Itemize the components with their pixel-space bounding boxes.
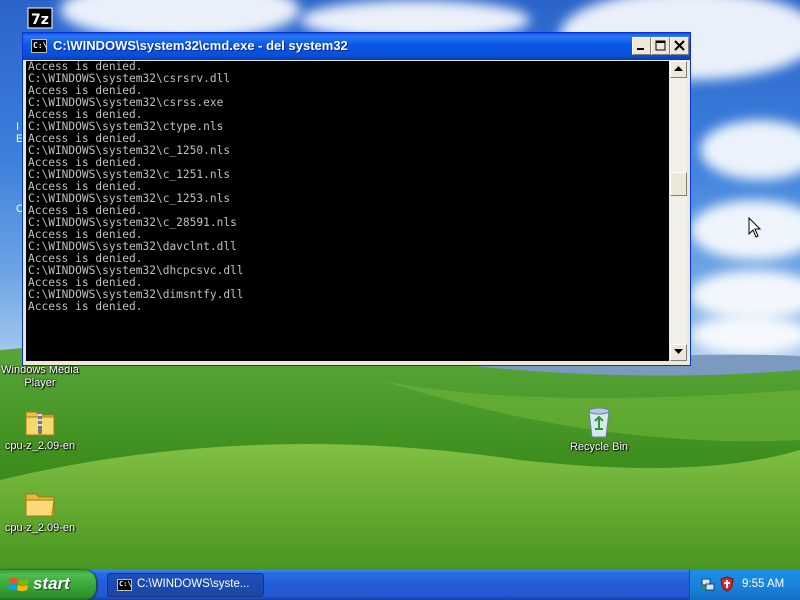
mouse-pointer-icon xyxy=(748,217,762,238)
window-titlebar[interactable]: C:\ C:\WINDOWS\system32\cmd.exe - del sy… xyxy=(23,33,690,60)
desktop-icon-cpu-z-zip[interactable]: cpu-z_2.09-en xyxy=(0,406,80,453)
security-shield-tray-icon[interactable] xyxy=(719,576,735,592)
desktop-icon-windows-media-player[interactable]: Windows Media Player xyxy=(0,362,80,390)
minimize-icon xyxy=(637,48,644,50)
system-tray: 9:55 AM xyxy=(689,570,800,600)
svg-text:7z: 7z xyxy=(31,12,49,28)
scroll-up-button[interactable] xyxy=(670,61,687,78)
7z-icon: 7z xyxy=(27,7,53,29)
window-title: C:\WINDOWS\system32\cmd.exe - del system… xyxy=(53,38,348,53)
svg-text:I: I xyxy=(16,121,19,133)
taskbar: start C:\ C:\WINDOWS\syste... 9:55 AM xyxy=(0,570,800,600)
desktop-icon-recycle-bin[interactable]: Recycle Bin xyxy=(559,405,639,454)
wallpaper-cloud xyxy=(690,270,800,320)
close-button[interactable] xyxy=(670,37,689,55)
maximize-icon xyxy=(655,40,666,51)
desktop-icon-label: Windows Media Player xyxy=(1,364,79,389)
scroll-down-button[interactable] xyxy=(670,344,687,361)
wallpaper-hills xyxy=(0,342,800,570)
folder-icon xyxy=(25,493,55,517)
desktop-icon-cpu-z-folder[interactable]: cpu-z_2.09-en xyxy=(0,488,80,535)
start-label: start xyxy=(33,574,70,593)
command-prompt-icon: C:\ xyxy=(117,579,132,591)
wallpaper-cloud xyxy=(700,120,800,180)
desktop-icon-7z[interactable]: 7z xyxy=(0,6,80,30)
desktop-icon-label: cpu-z_2.09-en xyxy=(4,440,76,452)
cmd-window[interactable]: C:\ C:\WINDOWS\system32\cmd.exe - del sy… xyxy=(22,32,691,366)
console-output[interactable]: Access is denied. C:\WINDOWS\system32\cs… xyxy=(26,61,669,361)
zip-folder-icon xyxy=(25,411,55,436)
taskbar-item-cmd[interactable]: C:\ C:\WINDOWS\syste... xyxy=(107,573,264,597)
maximize-button[interactable] xyxy=(651,37,670,55)
close-icon xyxy=(674,40,685,51)
arrow-down-icon xyxy=(674,349,683,354)
taskbar-item-label: C:\WINDOWS\syste... xyxy=(137,578,250,590)
windows-flag-icon xyxy=(8,578,29,591)
arrow-up-icon xyxy=(674,66,683,71)
recycle-bin-icon xyxy=(588,407,610,438)
network-tray-icon[interactable] xyxy=(700,576,716,592)
desktop-icon-label: cpu-z_2.09-en xyxy=(4,522,76,534)
console-text: Access is denied. C:\WINDOWS\system32\cs… xyxy=(28,61,244,313)
start-button[interactable]: start xyxy=(0,570,96,600)
vertical-scrollbar[interactable] xyxy=(670,61,687,361)
clock[interactable]: 9:55 AM xyxy=(742,578,784,590)
minimize-button[interactable] xyxy=(632,37,651,55)
command-prompt-icon: C:\ xyxy=(31,39,47,53)
wallpaper-cloud xyxy=(690,200,800,260)
scrollbar-thumb[interactable] xyxy=(670,172,687,196)
desktop-icon-label: Recycle Bin xyxy=(569,441,629,453)
